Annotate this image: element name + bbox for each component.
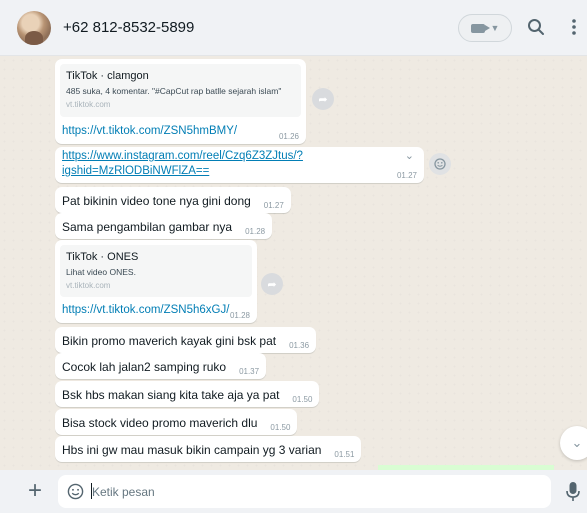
plus-icon: +: [27, 477, 42, 504]
message-time: 01.27: [396, 171, 417, 180]
message-body: Cocok lah jalan2 samping ruko: [62, 360, 227, 374]
preview-description: 485 suka, 4 komentar. "#CapCut rap batll…: [66, 86, 282, 96]
contact-avatar[interactable]: [17, 11, 51, 45]
message-body: Bsk hbs makan siang kita take aja ya pat: [62, 388, 280, 402]
message-text[interactable]: Cocok lah jalan2 samping ruko 01.37: [55, 353, 267, 379]
link-preview-card[interactable]: TikTok · ONES Lihat video ONES. vt.tikto…: [60, 245, 252, 297]
message-body: Bikin promo maverich kayak gini bsk pat: [62, 334, 277, 348]
preview-title: TikTok · clamgon: [66, 70, 149, 82]
contact-name[interactable]: +62 812-8532-5899: [63, 19, 194, 36]
message-input-box[interactable]: [58, 475, 551, 508]
attach-button[interactable]: +: [22, 478, 48, 504]
message-time: 01.50: [270, 423, 291, 432]
forward-button[interactable]: ➦: [312, 88, 334, 110]
message-text[interactable]: Pat bikinin video tone nya gini dong 01.…: [55, 187, 291, 213]
menu-icon: [572, 19, 576, 35]
message-body: Hbs ini gw mau masuk bikin campain yg 3 …: [62, 443, 322, 457]
message-body: Sama pengambilan gambar nya: [62, 220, 233, 234]
preview-domain: vt.tiktok.com: [66, 100, 111, 109]
scroll-to-bottom-button[interactable]: ⌄: [560, 426, 587, 460]
preview-description: Lihat video ONES.: [66, 267, 136, 277]
message-time: 01.28: [245, 227, 266, 236]
menu-button[interactable]: [562, 15, 586, 39]
message-link-preview[interactable]: TikTok · clamgon 485 suka, 4 komentar. "…: [55, 59, 306, 144]
chat-header: +62 812-8532-5899 ▼: [0, 0, 587, 56]
message-options-chevron-icon[interactable]: ⌄: [405, 149, 414, 162]
message-text[interactable]: Hbs ini gw mau masuk bikin campain yg 3 …: [55, 436, 362, 462]
message-text[interactable]: Bisa stock video promo maverich dlu 01.5…: [55, 409, 298, 435]
message-time: 01.50: [292, 395, 313, 404]
chevron-down-icon: ▼: [490, 23, 500, 33]
video-call-icon: [470, 23, 490, 33]
preview-domain: vt.tiktok.com: [66, 281, 111, 290]
message-link-preview[interactable]: TikTok · ONES Lihat video ONES. vt.tikto…: [55, 240, 257, 323]
message-time: 01.28: [229, 311, 250, 320]
message-text[interactable]: Sama pengambilan gambar nya 01.28: [55, 213, 273, 239]
message-time: 01.26: [278, 132, 299, 141]
message-link[interactable]: https://vt.tiktok.com/ZSN5h6xGJ/: [62, 304, 229, 316]
message-link[interactable]: https://vt.tiktok.com/ZSN5hmBMY/: [62, 125, 237, 137]
link-preview-card[interactable]: TikTok · clamgon 485 suka, 4 komentar. "…: [60, 64, 301, 117]
message-input[interactable]: [92, 482, 532, 502]
preview-title: TikTok · ONES: [66, 251, 139, 263]
message-time: 01.36: [289, 341, 310, 350]
forward-icon: ➦: [267, 278, 277, 291]
emoji-icon[interactable]: [67, 483, 84, 500]
message-link-line2[interactable]: igshid=MzRlODBiNWFlZA==: [62, 165, 209, 177]
chevron-down-icon: ⌄: [571, 435, 583, 450]
emoji-reaction-icon: [434, 158, 446, 170]
message-body: Pat bikinin video tone nya gini dong: [62, 194, 251, 208]
message-time: 01.37: [239, 367, 260, 376]
emoji-reaction-button[interactable]: [429, 153, 451, 175]
search-button[interactable]: [524, 15, 548, 39]
search-icon: [528, 19, 544, 35]
message-body: Bisa stock video promo maverich dlu: [62, 416, 258, 430]
video-call-button[interactable]: ▼: [458, 14, 512, 42]
message-time: 01.27: [263, 201, 284, 210]
message-text[interactable]: Bsk hbs makan siang kita take aja ya pat…: [55, 381, 320, 407]
message-link-line1[interactable]: https://www.instagram.com/reel/Czq6Z3ZJt…: [62, 150, 303, 162]
message-text[interactable]: Bikin promo maverich kayak gini bsk pat …: [55, 327, 317, 353]
microphone-icon[interactable]: [566, 481, 580, 503]
composer-bar: +: [0, 470, 587, 513]
message-link[interactable]: https://www.instagram.com/reel/Czq6Z3ZJt…: [55, 147, 424, 183]
message-list[interactable]: TikTok · clamgon 485 suka, 4 komentar. "…: [0, 56, 587, 470]
forward-icon: ➦: [318, 93, 328, 106]
forward-button[interactable]: ➦: [261, 273, 283, 295]
message-time: 01.51: [334, 450, 355, 459]
